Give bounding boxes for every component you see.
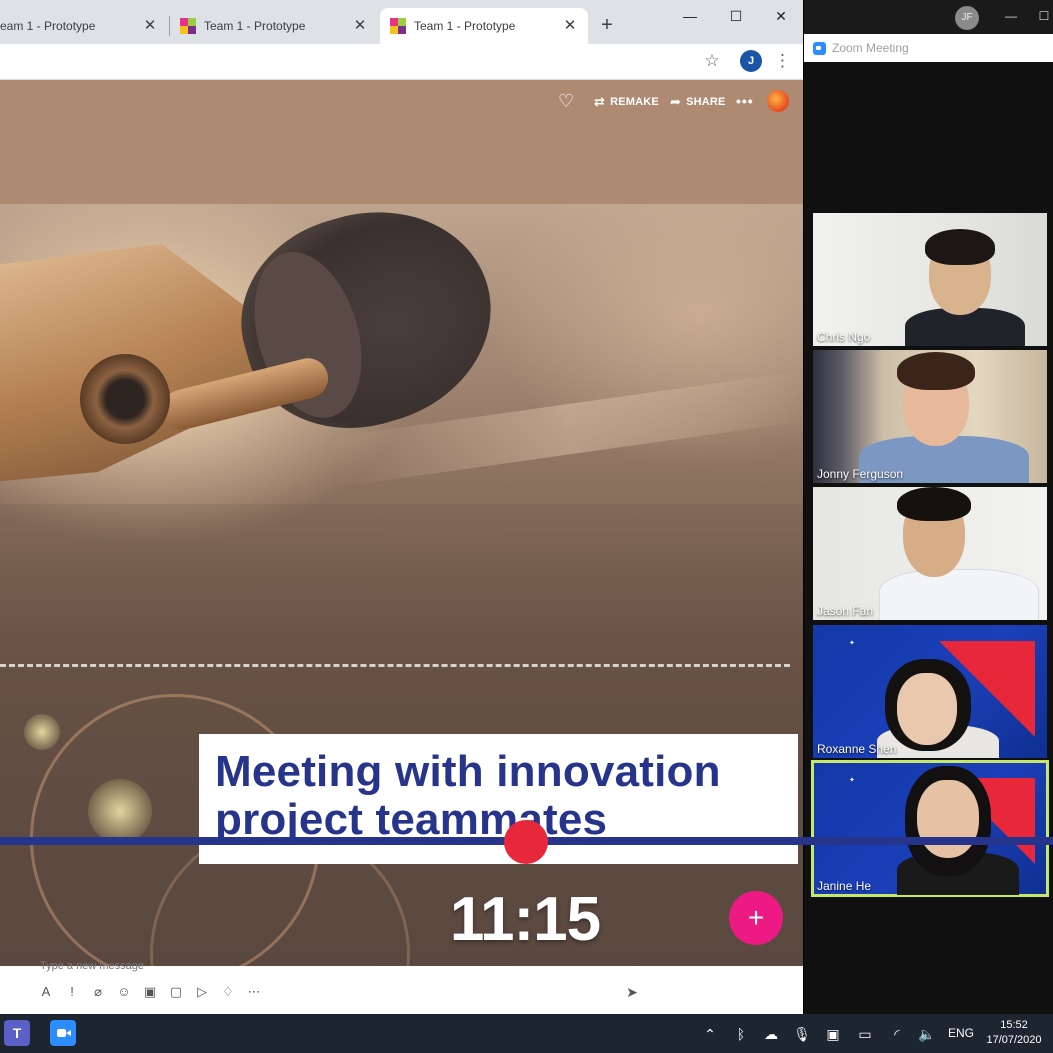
tab-title: eam 1 - Prototype <box>0 19 96 33</box>
participant-name: Janine He <box>817 879 872 893</box>
zoom-window: JF — ☐ Zoom Meeting Chris Ngo Jonny Ferg… <box>804 0 1053 1014</box>
participant-name: Roxanne Shen <box>817 742 897 756</box>
send-icon[interactable]: ➤ <box>624 984 640 1000</box>
heart-icon[interactable]: ♡ <box>558 90 574 112</box>
bokeh-orb <box>24 714 60 750</box>
participant-video <box>873 487 1043 620</box>
remake-icon: ⇄ <box>594 94 606 109</box>
zoom-logo-icon <box>813 41 826 55</box>
bluetooth-icon[interactable]: ᛒ <box>732 1025 750 1043</box>
clock-time: 15:52 <box>1000 1019 1028 1031</box>
meet-icon[interactable]: ▷ <box>194 984 210 1000</box>
add-slide-button[interactable]: + <box>729 891 783 945</box>
composer-toolbar: A ! ⌀ ☺ ▣ ▢ ▷ ♢ ⋯ <box>38 984 262 1000</box>
participant-tile[interactable]: Jason Fan <box>813 487 1047 620</box>
jardines-logo-icon: ✦ <box>849 777 855 784</box>
praise-icon[interactable]: ♢ <box>220 984 236 1000</box>
zoom-header: Zoom Meeting <box>804 34 1053 62</box>
windows-taskbar: T ⌃ ᛒ ☁ 🎙 ▣ ▭ ◜ 🔈 ENG 15:52 17/07/2020 <box>0 1014 1053 1053</box>
more-options-icon[interactable]: ••• <box>736 90 754 112</box>
microphone-icon[interactable]: 🎙 <box>793 1025 811 1043</box>
format-icon[interactable]: A <box>38 984 54 1000</box>
minimize-icon[interactable]: — <box>678 6 702 26</box>
participant-video <box>853 350 1033 483</box>
gif-icon[interactable]: ▣ <box>142 984 158 1000</box>
remake-label: REMAKE <box>610 96 659 108</box>
screen-icon[interactable]: ▣ <box>824 1025 842 1043</box>
tab-strip: eam 1 - Prototype ✕ Team 1 - Prototype ✕ <box>0 0 803 44</box>
teams-app-icon[interactable]: T <box>4 1020 30 1046</box>
bookmark-star-icon[interactable]: ☆ <box>702 51 722 71</box>
tab-2[interactable]: Team 1 - Prototype ✕ <box>172 8 378 44</box>
volume-icon[interactable]: 🔈 <box>918 1025 936 1043</box>
dashed-guide-line <box>0 664 790 667</box>
spark-video-page: ♡ ⇄ REMAKE ➦ SHARE ••• Meeting with inno… <box>0 80 803 1014</box>
participant-tile-active-speaker[interactable]: ✦ Janine He <box>811 760 1049 897</box>
chevron-up-icon[interactable]: ⌃ <box>701 1025 719 1043</box>
close-icon[interactable]: ✕ <box>142 18 158 34</box>
remake-button[interactable]: ⇄ REMAKE <box>594 94 659 110</box>
battery-icon[interactable]: ▭ <box>856 1025 874 1043</box>
tab-3-active[interactable]: Team 1 - Prototype ✕ <box>380 8 588 44</box>
participant-video <box>893 762 1023 895</box>
video-header: ♡ ⇄ REMAKE ➦ SHARE ••• <box>0 80 803 204</box>
spark-logo-icon[interactable] <box>767 90 789 112</box>
participant-tile[interactable]: Jonny Ferguson <box>813 350 1047 483</box>
window-close-icon[interactable]: ✕ <box>769 6 793 26</box>
composer-placeholder[interactable]: Type a new message <box>40 960 144 972</box>
emoji-icon[interactable]: ☺ <box>116 984 132 1000</box>
zoom-titlebar: JF — ☐ <box>804 0 1053 34</box>
video-frame-image: Meeting with innovation project teammate… <box>0 204 803 966</box>
bolt-image <box>80 354 170 444</box>
zoom-user-avatar[interactable]: JF <box>955 6 979 30</box>
wifi-icon[interactable]: ◜ <box>888 1025 906 1043</box>
important-icon[interactable]: ! <box>64 984 80 1000</box>
participant-name: Chris Ngo <box>817 330 871 344</box>
tab-title: Team 1 - Prototype <box>204 19 306 33</box>
share-icon: ➦ <box>670 94 682 109</box>
cloud-icon[interactable]: ☁ <box>762 1025 780 1043</box>
share-label: SHARE <box>686 96 726 108</box>
more-icon[interactable]: ⋯ <box>246 984 262 1000</box>
zoom-title: Zoom Meeting <box>832 41 909 55</box>
timeline-scrubber[interactable] <box>504 820 548 864</box>
sticker-icon[interactable]: ▢ <box>168 984 184 1000</box>
participant-video <box>893 223 1033 346</box>
participant-name: Jason Fan <box>817 604 874 618</box>
new-tab-icon[interactable]: + <box>596 14 618 36</box>
tab-1[interactable]: eam 1 - Prototype ✕ <box>0 8 168 44</box>
close-icon[interactable]: ✕ <box>562 18 578 34</box>
tab-separator <box>169 16 170 36</box>
profile-avatar[interactable]: J <box>740 50 762 72</box>
plus-icon: + <box>747 902 765 933</box>
browser-toolbar: ☆ J ⋮ <box>0 44 803 80</box>
maximize-icon[interactable]: ☐ <box>1037 8 1051 24</box>
minimize-icon[interactable]: — <box>1004 8 1018 24</box>
zoom-app-icon[interactable] <box>50 1020 76 1046</box>
jardines-logo-icon: ✦ <box>849 640 855 647</box>
teams-composer: Type a new message A ! ⌀ ☺ ▣ ▢ ▷ ♢ ⋯ ➤ <box>0 960 803 1014</box>
clock-date: 17/07/2020 <box>986 1034 1042 1046</box>
caption-line-1: Meeting with innovation <box>215 747 721 796</box>
browser-window: eam 1 - Prototype ✕ Team 1 - Prototype ✕ <box>0 0 803 1014</box>
desktop: eam 1 - Prototype ✕ Team 1 - Prototype ✕ <box>0 0 1053 1053</box>
attach-icon[interactable]: ⌀ <box>90 984 106 1000</box>
close-icon[interactable]: ✕ <box>352 18 368 34</box>
tab-title: Team 1 - Prototype <box>414 19 516 33</box>
participant-tile[interactable]: ✦ Roxanne Shen <box>813 625 1047 758</box>
system-clock[interactable]: 15:52 17/07/2020 <box>984 1018 1044 1048</box>
favicon-icon <box>390 18 406 34</box>
bokeh-orb <box>88 779 152 843</box>
participant-tile[interactable]: Chris Ngo <box>813 213 1047 346</box>
share-button[interactable]: ➦ SHARE <box>670 94 726 110</box>
participant-name: Jonny Ferguson <box>817 467 904 481</box>
input-language[interactable]: ENG <box>948 1026 974 1040</box>
timestamp: 11:15 <box>449 885 601 954</box>
favicon-icon <box>180 18 196 34</box>
maximize-icon[interactable]: ☐ <box>724 6 748 26</box>
browser-menu-icon[interactable]: ⋮ <box>774 50 791 72</box>
